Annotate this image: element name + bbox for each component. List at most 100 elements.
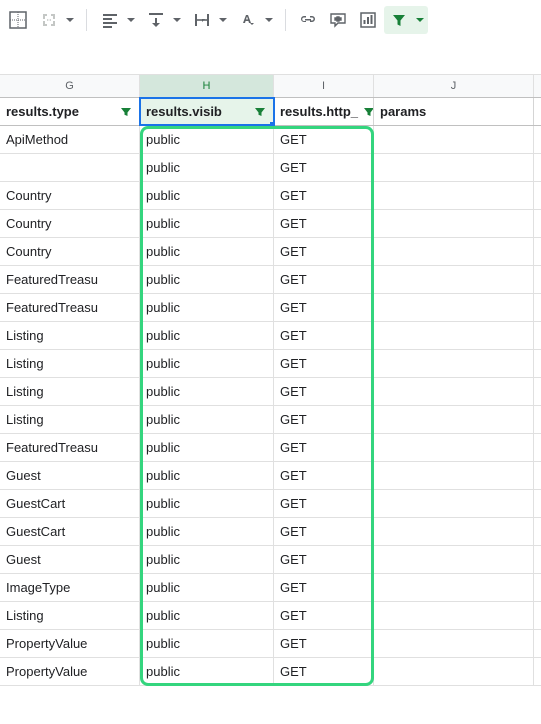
cell[interactable] [374, 490, 534, 517]
cell[interactable]: GET [274, 294, 374, 321]
cell[interactable]: public [140, 406, 274, 433]
cell[interactable] [374, 350, 534, 377]
cell[interactable] [374, 658, 534, 685]
column-label-G[interactable]: G [0, 75, 140, 97]
cell[interactable]: GET [274, 462, 374, 489]
cell[interactable] [374, 266, 534, 293]
cell[interactable]: public [140, 126, 274, 153]
cell[interactable] [374, 434, 534, 461]
cell[interactable] [374, 406, 534, 433]
cell[interactable]: GET [274, 518, 374, 545]
cell[interactable]: public [140, 630, 274, 657]
cell[interactable] [374, 322, 534, 349]
cell[interactable]: public [140, 350, 274, 377]
insert-chart-button[interactable] [354, 6, 382, 34]
cell[interactable]: GET [274, 154, 374, 181]
cell[interactable]: Listing [0, 350, 140, 377]
column-label-J[interactable]: J [374, 75, 534, 97]
cell[interactable] [374, 602, 534, 629]
cell[interactable]: GET [274, 434, 374, 461]
cell[interactable]: Country [0, 210, 140, 237]
cell[interactable]: public [140, 238, 274, 265]
merge-cells-button[interactable] [34, 6, 78, 34]
cell[interactable] [374, 518, 534, 545]
cell[interactable]: ImageType [0, 574, 140, 601]
cell[interactable]: GET [274, 378, 374, 405]
column-label-H[interactable]: H [140, 75, 274, 97]
filter-icon[interactable] [362, 105, 374, 119]
cell[interactable]: public [140, 294, 274, 321]
cell[interactable] [374, 546, 534, 573]
cell[interactable]: Listing [0, 406, 140, 433]
cell[interactable]: GET [274, 182, 374, 209]
cell[interactable]: Country [0, 182, 140, 209]
header-cell-results-type[interactable]: results.type [0, 98, 140, 125]
borders-button[interactable] [4, 6, 32, 34]
cell[interactable]: GET [274, 602, 374, 629]
cell[interactable]: GET [274, 490, 374, 517]
cell[interactable]: GET [274, 630, 374, 657]
filter-button[interactable] [384, 6, 428, 34]
cell[interactable] [374, 154, 534, 181]
vertical-align-button[interactable] [141, 6, 185, 34]
cell[interactable]: FeaturedTreasu [0, 294, 140, 321]
cell[interactable] [374, 574, 534, 601]
cell[interactable]: PropertyValue [0, 658, 140, 685]
text-wrapping-button[interactable] [187, 6, 231, 34]
cell[interactable]: GET [274, 238, 374, 265]
cell[interactable]: Guest [0, 462, 140, 489]
cell[interactable] [374, 378, 534, 405]
horizontal-align-button[interactable] [95, 6, 139, 34]
cell[interactable] [374, 182, 534, 209]
header-cell-results-visibility[interactable]: results.visib [140, 98, 274, 125]
cell[interactable] [374, 210, 534, 237]
filter-icon[interactable] [253, 105, 267, 119]
header-cell-params[interactable]: params [374, 98, 534, 125]
cell[interactable]: FeaturedTreasu [0, 266, 140, 293]
cell[interactable]: public [140, 490, 274, 517]
cell[interactable]: public [140, 602, 274, 629]
cell[interactable]: GET [274, 546, 374, 573]
cell[interactable]: Country [0, 238, 140, 265]
cell[interactable]: GET [274, 406, 374, 433]
text-rotation-button[interactable] [233, 6, 277, 34]
cell[interactable]: public [140, 434, 274, 461]
filter-icon[interactable] [119, 105, 133, 119]
column-label-I[interactable]: I [274, 75, 374, 97]
cell[interactable]: PropertyValue [0, 630, 140, 657]
cell[interactable]: GET [274, 658, 374, 685]
cell[interactable] [374, 294, 534, 321]
cell[interactable]: public [140, 658, 274, 685]
cell[interactable]: GET [274, 574, 374, 601]
cell[interactable]: GuestCart [0, 490, 140, 517]
cell[interactable]: GET [274, 126, 374, 153]
cell[interactable]: public [140, 574, 274, 601]
cell[interactable]: GET [274, 210, 374, 237]
header-cell-results-http[interactable]: results.http_ [274, 98, 374, 125]
cell[interactable]: public [140, 182, 274, 209]
cell[interactable]: GET [274, 350, 374, 377]
cell[interactable]: public [140, 322, 274, 349]
insert-link-button[interactable] [294, 6, 322, 34]
cell[interactable] [374, 238, 534, 265]
insert-comment-button[interactable] [324, 6, 352, 34]
cell[interactable]: GET [274, 322, 374, 349]
cell[interactable] [374, 630, 534, 657]
cell[interactable]: Listing [0, 602, 140, 629]
cell[interactable]: ApiMethod [0, 126, 140, 153]
cell[interactable]: GET [274, 266, 374, 293]
cell[interactable] [374, 126, 534, 153]
cell[interactable]: public [140, 546, 274, 573]
cell[interactable]: public [140, 518, 274, 545]
cell[interactable]: public [140, 462, 274, 489]
cell[interactable]: public [140, 266, 274, 293]
cell[interactable]: public [140, 154, 274, 181]
cell[interactable]: FeaturedTreasu [0, 434, 140, 461]
cell[interactable]: Listing [0, 322, 140, 349]
cell[interactable]: Guest [0, 546, 140, 573]
cell[interactable]: public [140, 378, 274, 405]
cell[interactable] [0, 154, 140, 181]
cell[interactable]: public [140, 210, 274, 237]
cell[interactable] [374, 462, 534, 489]
cell[interactable]: Listing [0, 378, 140, 405]
